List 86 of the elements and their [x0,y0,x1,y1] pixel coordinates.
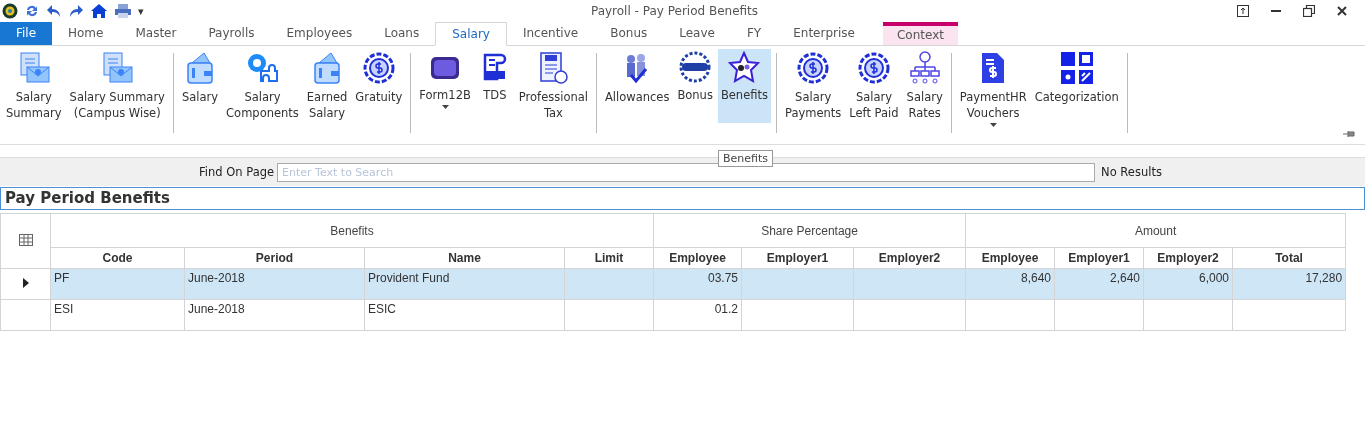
ribbon-button[interactable]: Salary Payments [782,49,845,123]
ribbon-button[interactable]: Salary [178,49,222,123]
table-cell: ESIC [368,302,396,316]
column-band-header: Amount [965,213,1346,248]
print-icon[interactable] [114,3,132,19]
table-cell: June-2018 [188,302,245,316]
grid-icon [18,233,33,246]
ribbon-button[interactable]: Gratuity [352,49,406,123]
column-header[interactable]: Employer1 [741,247,854,269]
money-gear-icon [796,51,831,85]
column-header[interactable]: Name [364,247,565,269]
column-header[interactable]: Period [184,247,365,269]
ribbon-tab[interactable]: Payrolls [192,22,271,45]
ribbon-button[interactable]: Salary Summary (Campus Wise) [66,49,168,123]
column-header[interactable]: Employee [965,247,1055,269]
table-cell: June-2018 [188,271,245,285]
column-chooser-button[interactable] [0,213,51,269]
star-gears-icon [728,51,761,83]
ribbon-tab[interactable]: Incentive [506,22,595,45]
table-cell: ESI [54,302,74,316]
ribbon-button[interactable]: Salary Left Paid [846,49,902,123]
ribbon-tab[interactable]: Home [52,22,120,45]
org-chart-icon [908,51,941,85]
ribbon-tab[interactable]: Context [882,22,958,45]
column-header[interactable]: Employer2 [853,247,966,269]
ribbon-button[interactable]: PaymentHR Vouchers [956,49,1030,129]
pin-icon[interactable] [1343,130,1355,138]
find-label: Find On Page [199,165,275,179]
table-cell: 6,000 [1199,271,1230,285]
search-field[interactable]: Enter Text to Search [277,162,1096,182]
ribbon-button[interactable]: Salary Components [223,49,302,123]
current-row-icon [22,278,29,288]
ribbon-button[interactable]: Salary Rates [903,49,946,123]
ribbon-button[interactable]: Form12B [416,49,474,123]
document-envelope-icon [100,51,135,85]
ribbon-tab[interactable]: Enterprise [777,22,871,45]
table-cell: PF [54,271,70,285]
ribbon-tab[interactable]: Salary [435,22,507,46]
search-result-text: No Results [1101,165,1162,179]
restore-icon[interactable] [1303,5,1315,17]
ribbon-button[interactable]: Benefits [717,49,771,123]
column-band-header: Share Percentage [653,213,966,248]
column-header[interactable]: Employer2 [1143,247,1233,269]
money-gear-icon [856,51,891,85]
tooltip: Benefits [718,150,774,167]
ribbon-button[interactable]: Categorization [1031,49,1122,129]
bonus-seal-icon [679,51,712,83]
refresh-icon[interactable] [24,3,40,19]
close-icon[interactable] [1337,6,1347,16]
window-title: Payroll - Pay Period Benefits [590,4,759,18]
column-header[interactable]: Employer1 [1054,247,1144,269]
column-header[interactable]: Code [50,247,185,269]
table-cell: 8,640 [1021,271,1052,285]
table-cell: Provident Fund [368,271,450,285]
ribbon-button[interactable]: Bonus [674,49,716,123]
ribbon-tab[interactable]: Loans [368,22,436,45]
column-header[interactable]: Limit [564,247,654,269]
ribbon-button[interactable]: Allowances [601,49,673,123]
money-gear-icon [361,51,396,85]
table-cell: 03.75 [708,271,739,285]
category-blocks-icon [1059,51,1094,85]
ribbon-display-icon[interactable] [1237,5,1249,17]
ribbon-tab[interactable]: Leave [663,22,731,45]
ribbon-button[interactable]: TDS [475,49,514,123]
app-logo-icon[interactable] [2,3,18,19]
table-cell: 17,280 [1305,271,1343,285]
column-header[interactable]: Total [1232,247,1346,269]
gear-puzzle-icon [245,51,280,85]
ribbon-tab[interactable]: File [0,22,52,45]
page-title: Pay Period Benefits [0,187,1365,210]
ribbon-tab[interactable]: Master [119,22,193,45]
ribbon-button[interactable]: Salary Summary [3,49,65,123]
redo-icon[interactable] [68,3,84,19]
ribbon-tab[interactable]: Employees [270,22,369,45]
wallet-icon [184,51,216,85]
ribbon-tab[interactable]: FY [730,22,778,45]
customize-menu-caret[interactable]: ▾ [138,4,144,18]
table-cell: 2,640 [1110,271,1141,285]
table-cell: 01.2 [714,302,739,316]
ribbon-button[interactable]: Professional Tax [515,49,591,123]
home-icon[interactable] [90,3,108,19]
column-band-header: Benefits [50,213,654,248]
undo-icon[interactable] [46,3,62,19]
column-header[interactable]: Employee [653,247,742,269]
ribbon-tab[interactable]: Bonus [594,22,664,45]
ribbon-button[interactable]: Earned Salary [303,49,351,123]
